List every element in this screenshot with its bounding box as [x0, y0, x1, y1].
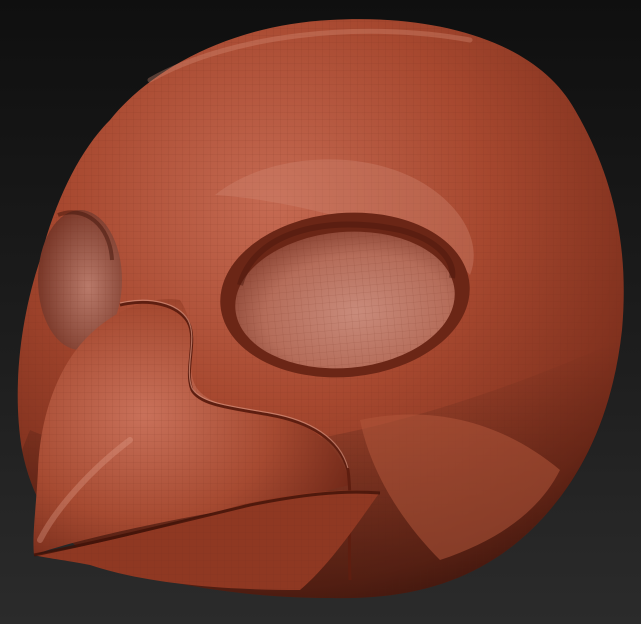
- sculpt-viewport: [0, 0, 641, 624]
- bird-head-sculpt-icon: [17, 19, 624, 599]
